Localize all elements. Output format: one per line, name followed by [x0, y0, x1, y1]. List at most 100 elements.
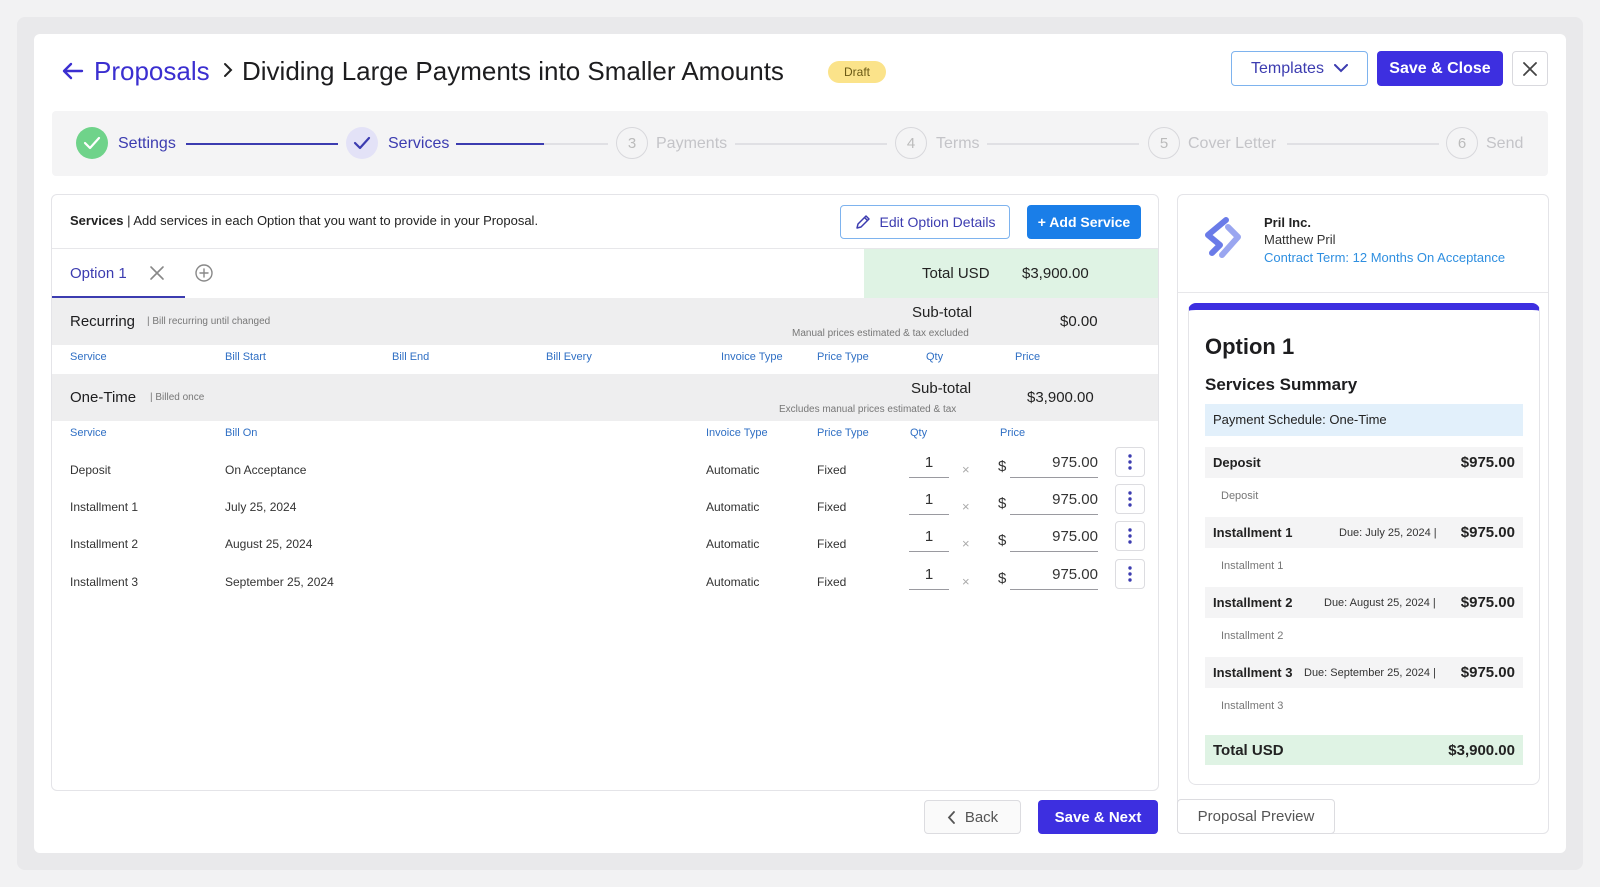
row-menu-button[interactable] — [1115, 447, 1145, 477]
summary-item-name: Installment 2 — [1213, 595, 1293, 610]
step-connector — [1287, 143, 1439, 145]
step-send-label[interactable]: Send — [1486, 135, 1523, 153]
row-menu-button[interactable] — [1115, 484, 1145, 514]
summary-item-note: Installment 1 — [1221, 560, 1284, 572]
plus-circle-icon[interactable] — [194, 263, 214, 283]
onetime-note: | Billed once — [150, 392, 205, 403]
templates-dropdown[interactable]: Templates — [1231, 51, 1368, 86]
summary-item: Deposit $975.00 — [1205, 447, 1523, 478]
divider — [1178, 292, 1548, 293]
breadcrumb-proposals[interactable]: Proposals — [94, 56, 210, 87]
option-title: Option 1 — [1205, 334, 1295, 359]
progress-stepper: Settings Services 3 Payments 4 Terms 5 C… — [52, 111, 1548, 176]
save-next-button[interactable]: Save & Next — [1038, 800, 1158, 834]
close-button[interactable] — [1512, 51, 1548, 86]
row-invoice-type: Automatic — [706, 500, 760, 514]
contract-term[interactable]: Contract Term: 12 Months On Acceptance — [1264, 250, 1505, 265]
recurring-subtotal-label: Sub-total — [912, 304, 973, 321]
step-connector — [544, 143, 608, 145]
services-intro-title: Services — [70, 213, 124, 228]
multiply-sign: × — [962, 462, 970, 477]
chevron-left-icon — [947, 810, 955, 824]
summary-total-label: Total USD — [1213, 742, 1284, 759]
step-payments-number[interactable]: 3 — [616, 127, 648, 159]
kebab-icon — [1128, 566, 1132, 582]
proposal-preview-panel: Pril Inc. Matthew Pril Contract Term: 12… — [1177, 194, 1549, 834]
step-services-label[interactable]: Services — [388, 135, 449, 153]
back-label: Back — [964, 808, 999, 826]
qty-input[interactable]: 1 — [909, 485, 949, 515]
qty-input[interactable]: 1 — [909, 448, 949, 478]
recurring-note: | Bill recurring until changed — [147, 316, 271, 327]
back-arrow-icon[interactable] — [60, 58, 86, 84]
summary-item-name: Installment 3 — [1213, 665, 1293, 680]
onetime-subtotal-note: Excludes manual prices estimated & tax — [779, 404, 957, 415]
step-settings-label[interactable]: Settings — [118, 135, 176, 153]
qty-input[interactable]: 1 — [909, 522, 949, 552]
step-send-number[interactable]: 6 — [1446, 127, 1478, 159]
step-terms-number[interactable]: 4 — [895, 127, 927, 159]
summary-item-amount: $975.00 — [1460, 594, 1515, 611]
edit-option-details-button[interactable]: Edit Option Details — [840, 205, 1010, 239]
page-title: Dividing Large Payments into Smaller Amo… — [242, 56, 784, 86]
qty-input[interactable]: 1 — [909, 560, 949, 590]
step-cover-letter-number[interactable]: 5 — [1148, 127, 1180, 159]
price-input[interactable]: 975.00 — [1010, 522, 1098, 552]
summary-item-amount: $975.00 — [1460, 664, 1515, 681]
summary-item: Installment 3 Due: September 25, 2024 | … — [1205, 657, 1523, 688]
step-connector — [186, 143, 338, 145]
client-contact: Matthew Pril — [1264, 232, 1336, 247]
summary-item-amount: $975.00 — [1460, 454, 1515, 471]
add-service-button[interactable]: + Add Service — [1027, 205, 1141, 239]
summary-item: Installment 1 Due: July 25, 2024 | $975.… — [1205, 517, 1523, 548]
summary-item-note: Installment 2 — [1221, 630, 1284, 642]
column-header: Bill Every — [546, 351, 592, 363]
tab-option-1[interactable]: Option 1 — [70, 265, 127, 282]
onetime-title: One-Time — [70, 389, 137, 406]
pencil-icon — [855, 215, 870, 229]
client-company: Pril Inc. — [1264, 215, 1311, 230]
row-bill-on: On Acceptance — [225, 463, 307, 477]
row-price-type: Fixed — [817, 537, 847, 551]
status-badge: Draft — [828, 61, 887, 83]
back-button[interactable]: Back — [924, 800, 1021, 834]
check-icon — [83, 136, 101, 150]
option-summary-card: Option 1 Services Summary Payment Schedu… — [1188, 303, 1540, 785]
currency-sign: $ — [998, 532, 1007, 549]
kebab-icon — [1128, 454, 1132, 470]
price-input[interactable]: 975.00 — [1010, 448, 1098, 478]
row-menu-button[interactable] — [1115, 559, 1145, 589]
row-invoice-type: Automatic — [706, 463, 760, 477]
step-settings-check[interactable] — [76, 127, 108, 159]
row-menu-button[interactable] — [1115, 521, 1145, 551]
step-payments-label[interactable]: Payments — [656, 135, 727, 153]
row-price-type: Fixed — [817, 500, 847, 514]
row-bill-on: July 25, 2024 — [225, 500, 297, 514]
save-close-button[interactable]: Save & Close — [1377, 51, 1503, 86]
services-intro-text: | Add services in each Option that you w… — [123, 213, 539, 228]
total-value: $3,900.00 — [1022, 265, 1089, 282]
summary-item-due: Due: July 25, 2024 | — [1339, 527, 1437, 539]
proposal-preview-tab[interactable]: Proposal Preview — [1177, 799, 1335, 834]
recurring-title: Recurring — [70, 313, 136, 330]
row-price-type: Fixed — [817, 575, 847, 589]
step-terms-label[interactable]: Terms — [936, 135, 980, 153]
price-input[interactable]: 975.00 — [1010, 560, 1098, 590]
currency-sign: $ — [998, 495, 1007, 512]
step-services-check[interactable] — [346, 127, 378, 159]
summary-item-due: Due: September 25, 2024 | — [1304, 667, 1436, 679]
edit-option-label: Edit Option Details — [879, 214, 996, 230]
summary-item-note: Installment 3 — [1221, 700, 1284, 712]
step-cover-letter-label[interactable]: Cover Letter — [1188, 135, 1276, 153]
column-header: Bill Start — [225, 351, 266, 363]
summary-title: Services Summary — [1205, 375, 1358, 394]
services-intro: Services | Add services in each Option t… — [70, 213, 538, 228]
recurring-subtotal-note: Manual prices estimated & tax excluded — [792, 328, 969, 339]
payment-schedule: Payment Schedule: One-Time — [1205, 404, 1523, 436]
step-connector — [735, 143, 887, 145]
price-input[interactable]: 975.00 — [1010, 485, 1098, 515]
close-icon[interactable] — [148, 264, 166, 282]
brand-logo-icon — [1205, 217, 1241, 258]
row-invoice-type: Automatic — [706, 575, 760, 589]
multiply-sign: × — [962, 574, 970, 589]
